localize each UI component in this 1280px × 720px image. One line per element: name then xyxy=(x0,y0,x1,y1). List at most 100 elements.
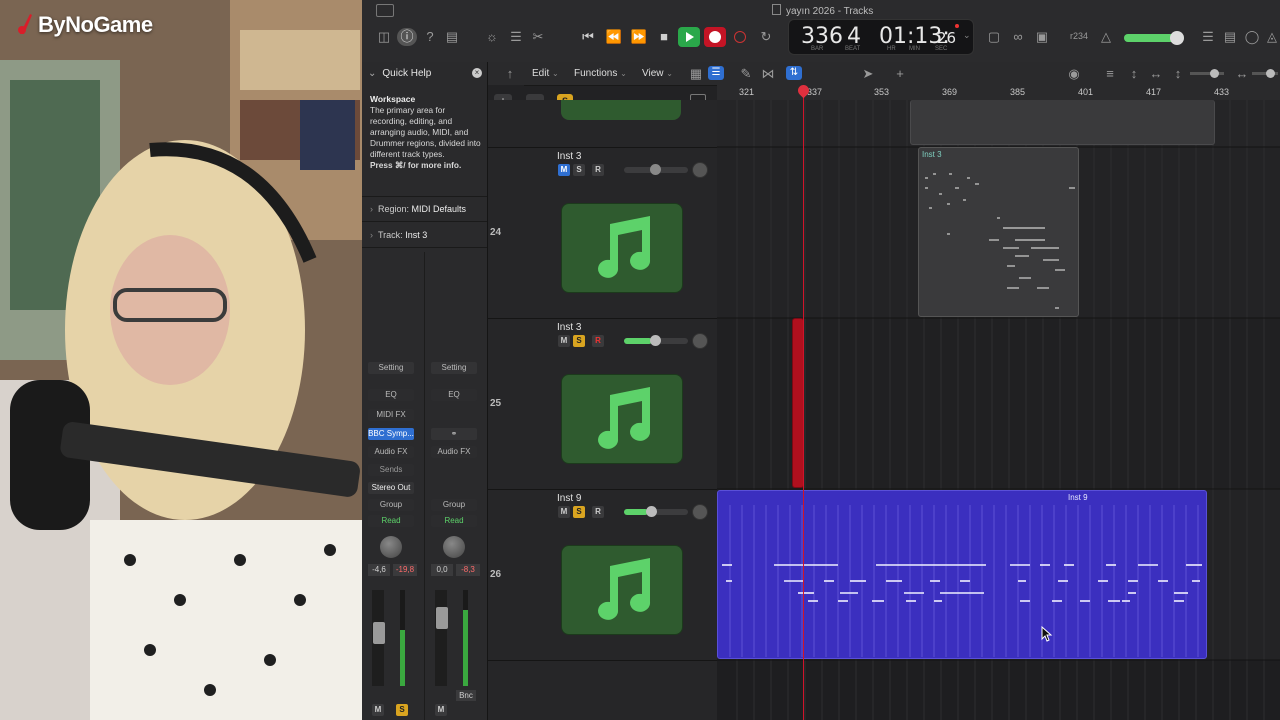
list-editors-icon[interactable]: ▢ xyxy=(984,28,1004,46)
flex-tool-icon[interactable]: ⋈ xyxy=(758,65,778,83)
track-inspector-header[interactable]: › Track: Inst 3 xyxy=(370,230,427,240)
close-icon[interactable]: × xyxy=(472,68,482,78)
midi-region-partial[interactable] xyxy=(910,100,1215,145)
inspector-icon[interactable]: ⓘ xyxy=(397,28,417,46)
mute-button-2[interactable]: M xyxy=(435,704,447,716)
back-arrow-icon[interactable]: ↑ xyxy=(500,65,520,83)
lcd-display[interactable]: 336 4 BAR BEAT 01:13: 26 HR MIN SEC ⌄ xyxy=(788,19,974,55)
bounce-button[interactable]: Bnc xyxy=(456,690,476,701)
track-name[interactable]: Inst 3 xyxy=(557,322,581,333)
record-enable-button[interactable]: R xyxy=(592,335,604,347)
track-volume-slider[interactable] xyxy=(624,164,688,175)
solo-button[interactable]: S xyxy=(573,335,585,347)
cycle-icon[interactable]: ↻ xyxy=(756,28,776,46)
volume-fader-1[interactable] xyxy=(373,622,385,644)
setting-button-1[interactable]: Setting xyxy=(368,362,414,374)
play-button[interactable] xyxy=(678,27,700,47)
mute-button-1[interactable]: M xyxy=(372,704,384,716)
setting-button-2[interactable]: Setting xyxy=(431,362,477,374)
midi-region[interactable]: Inst 3 xyxy=(918,147,1079,317)
automation-mode-1[interactable]: Read xyxy=(368,515,414,527)
chevron-down-icon[interactable]: ⌄ xyxy=(963,30,971,41)
eq-button-2[interactable]: EQ xyxy=(431,389,477,401)
smart-controls-icon[interactable]: ☼ xyxy=(482,28,502,46)
sends-slot[interactable]: Sends xyxy=(368,464,414,476)
track-header-25[interactable]: 25 Inst 3 M S R xyxy=(488,318,717,490)
view-menu[interactable]: View ⌄ xyxy=(642,68,673,79)
mute-button[interactable]: M xyxy=(558,335,570,347)
output-slot[interactable]: Stereo Out xyxy=(368,482,414,494)
list-icon[interactable]: ☰ xyxy=(1198,28,1218,46)
mute-button[interactable]: M xyxy=(558,506,570,518)
editors-icon[interactable]: ✂ xyxy=(528,28,548,46)
group-slot-2[interactable]: Group xyxy=(431,499,477,511)
pointer-tool-icon[interactable]: ➤ xyxy=(858,65,878,83)
pan-knob[interactable] xyxy=(692,162,708,178)
functions-menu[interactable]: Functions ⌄ xyxy=(574,68,627,79)
pencil-tool-icon[interactable]: ✎ xyxy=(736,65,756,83)
quick-help-icon[interactable]: ? xyxy=(420,28,440,46)
catch-icon[interactable]: ◉ xyxy=(1064,65,1084,83)
record-enable-button[interactable]: R xyxy=(592,164,604,176)
solo-button[interactable]: S xyxy=(573,164,585,176)
rewind-icon[interactable]: ⏪ xyxy=(604,28,624,46)
pan-knob[interactable] xyxy=(692,333,708,349)
score-icon[interactable]: ▣ xyxy=(1032,28,1052,46)
toolbar-icon[interactable]: ▤ xyxy=(442,28,462,46)
list-view-icon[interactable]: ☰ xyxy=(708,66,724,80)
master-volume-slider[interactable] xyxy=(1124,31,1184,45)
track-icon[interactable] xyxy=(561,374,683,464)
fast-forward-icon[interactable]: ⏩ xyxy=(629,28,649,46)
automation-mode-2[interactable]: Read xyxy=(431,515,477,527)
track-volume-slider[interactable] xyxy=(624,506,688,517)
metronome-icon[interactable]: △ xyxy=(1096,28,1116,46)
note-pad-icon[interactable]: ▤ xyxy=(1220,28,1240,46)
pan-knob-1[interactable] xyxy=(380,536,402,558)
record-enable-button[interactable]: R xyxy=(592,506,604,518)
arrange-area[interactable]: Inst 3 Inst 9 xyxy=(717,82,1280,720)
track-header-26[interactable]: 26 Inst 9 M S R xyxy=(488,489,717,661)
go-to-beginning-icon[interactable]: ⏮ xyxy=(578,28,598,46)
quick-help-header[interactable]: ⌄ Quick Help xyxy=(368,68,431,79)
solo-button-1[interactable]: S xyxy=(396,704,408,716)
mixer-icon[interactable]: ☰ xyxy=(506,28,526,46)
audio-fx-slot-2[interactable]: Audio FX xyxy=(431,446,477,458)
volume-fader-2[interactable] xyxy=(436,607,448,629)
playhead[interactable] xyxy=(803,85,804,720)
pan-knob-2[interactable] xyxy=(443,536,465,558)
track-volume-slider[interactable] xyxy=(624,335,688,346)
master-volume-knob[interactable] xyxy=(1170,31,1184,45)
sidebar-toggle-icon[interactable] xyxy=(376,4,394,17)
horizontal-zoom-icon[interactable]: ↔ xyxy=(1232,65,1252,83)
link-icon[interactable]: ⚭ xyxy=(431,428,477,440)
browser-icon[interactable]: ◬ xyxy=(1264,28,1280,46)
record-button[interactable] xyxy=(704,27,726,47)
vertical-zoom-icon[interactable]: ↕ xyxy=(1124,65,1144,83)
instrument-slot[interactable]: BBC Symp... xyxy=(368,428,414,440)
track-icon[interactable] xyxy=(561,545,683,635)
mute-button[interactable]: M xyxy=(558,164,570,176)
region-inspector-header[interactable]: › Region: MIDI Defaults xyxy=(370,204,466,214)
group-slot-1[interactable]: Group xyxy=(368,499,414,511)
track-header-24[interactable]: 24 Inst 3 M S R xyxy=(488,147,717,319)
library-icon[interactable]: ◫ xyxy=(374,28,394,46)
tuner-icon[interactable]: ∞ xyxy=(1008,28,1028,46)
marquee-tool-icon[interactable]: + xyxy=(890,65,910,83)
pan-knob[interactable] xyxy=(692,504,708,520)
track-icon[interactable] xyxy=(561,203,683,293)
grid-view-icon[interactable]: ▦ xyxy=(686,65,706,83)
stop-icon[interactable]: ■ xyxy=(654,28,674,46)
edit-menu[interactable]: Edit ⌄ xyxy=(532,68,559,79)
loop-browser-icon[interactable]: ◯ xyxy=(1242,28,1262,46)
capture-recording-icon[interactable] xyxy=(734,31,746,43)
horizontal-zoom-slider[interactable] xyxy=(1252,69,1278,78)
midi-region-selected[interactable]: Inst 9 xyxy=(717,490,1207,659)
eq-button-1[interactable]: EQ xyxy=(368,389,414,401)
vertical-fit-icon[interactable]: ↕ xyxy=(1168,65,1188,83)
waveform-zoom-icon[interactable]: ≡ xyxy=(1100,65,1120,83)
audio-fx-slot-1[interactable]: Audio FX xyxy=(368,446,414,458)
snap-icon[interactable]: ⇅ xyxy=(786,66,802,80)
midi-fx-slot[interactable]: MIDI FX xyxy=(368,409,414,421)
vertical-zoom-slider[interactable] xyxy=(1190,69,1224,78)
track-name[interactable]: Inst 3 xyxy=(557,151,581,162)
